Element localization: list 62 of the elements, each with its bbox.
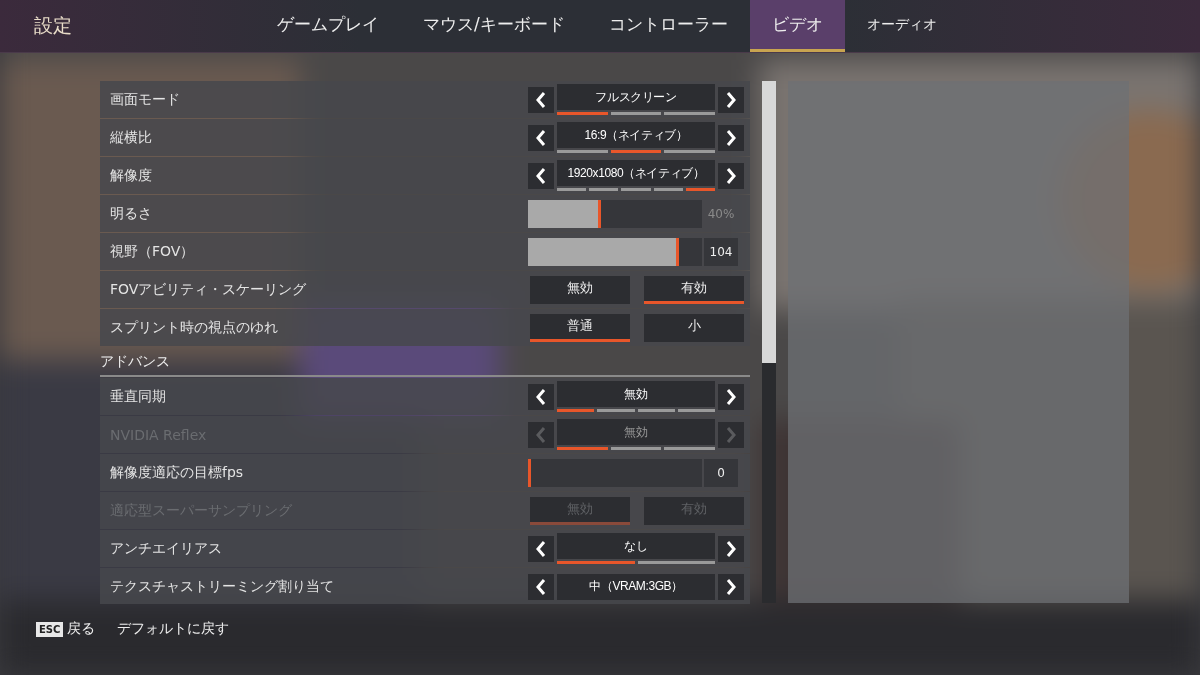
page-title: 設定	[33, 13, 73, 38]
setting-label: 明るさ	[110, 204, 152, 223]
chevron-right-icon	[726, 167, 736, 184]
previous-button[interactable]	[528, 573, 554, 600]
slider-value: 40%	[706, 205, 736, 223]
tab[interactable]: マウス/キーボード	[401, 0, 587, 52]
option-value: 1920x1080（ネイティブ）	[557, 160, 715, 186]
setting-label: アンチエイリアス	[110, 539, 222, 558]
setting-label: 画面モード	[110, 90, 180, 109]
option-value: なし	[557, 533, 715, 559]
chevron-right-icon	[726, 540, 736, 557]
tab[interactable]: コントローラー	[586, 0, 750, 52]
option-button[interactable]: 小	[644, 313, 744, 342]
previous-button[interactable]	[528, 86, 554, 113]
option-value: 無効	[557, 381, 715, 407]
option-value: 16:9（ネイティブ）	[557, 122, 715, 148]
chevron-left-icon	[536, 129, 546, 146]
chevron-right-icon	[726, 578, 736, 595]
previous-button[interactable]	[528, 162, 554, 189]
option-button[interactable]: 有効	[644, 275, 744, 304]
chevron-left-icon	[536, 388, 546, 405]
next-button[interactable]	[718, 162, 744, 189]
chevron-right-icon	[726, 129, 736, 146]
slider-track[interactable]	[528, 458, 702, 487]
setting-label: 縦横比	[110, 128, 152, 147]
setting-label: FOVアビリティ・スケーリング	[110, 280, 307, 299]
option-button[interactable]: 普通	[530, 313, 630, 342]
setting-label: 解像度	[110, 166, 152, 185]
reset-button[interactable]: デフォルトに戻す	[117, 620, 230, 638]
option-value: 中（VRAM:3GB）	[557, 573, 715, 600]
chevron-left-icon	[536, 540, 546, 557]
option-button[interactable]: 無効	[530, 275, 630, 304]
option-value: 無効	[557, 419, 715, 445]
next-button[interactable]	[718, 535, 744, 562]
chevron-left-icon	[536, 426, 546, 443]
setting-label: 視野（FOV）	[110, 242, 195, 261]
chevron-right-icon	[726, 426, 736, 443]
setting-label: テクスチャストリーミング割り当て	[110, 577, 334, 596]
chevron-left-icon	[536, 578, 546, 595]
previous-button[interactable]	[528, 124, 554, 151]
chevron-right-icon	[726, 388, 736, 405]
setting-label: スプリント時の視点のゆれ	[110, 318, 278, 337]
tab[interactable]: ゲームプレイ	[255, 0, 401, 52]
slider-track[interactable]	[528, 199, 702, 228]
chevron-left-icon	[536, 91, 546, 108]
slider-value: 104	[704, 237, 738, 266]
next-button[interactable]	[718, 573, 744, 600]
option-value: フルスクリーン	[557, 84, 715, 110]
setting-label: 解像度適応の目標fps	[110, 463, 244, 482]
scrollbar[interactable]	[762, 81, 776, 603]
back-button[interactable]: 戻る	[67, 620, 96, 638]
tab[interactable]: ビデオ	[749, 0, 845, 52]
chevron-right-icon	[726, 91, 736, 108]
previous-button[interactable]	[528, 383, 554, 410]
slider-value: 0	[704, 458, 738, 487]
chevron-left-icon	[536, 167, 546, 184]
next-button[interactable]	[718, 383, 744, 410]
previous-button[interactable]	[528, 535, 554, 562]
next-button[interactable]	[718, 86, 744, 113]
next-button[interactable]	[718, 124, 744, 151]
tab[interactable]: オーディオ	[844, 0, 959, 52]
setting-label: 垂直同期	[110, 387, 166, 406]
